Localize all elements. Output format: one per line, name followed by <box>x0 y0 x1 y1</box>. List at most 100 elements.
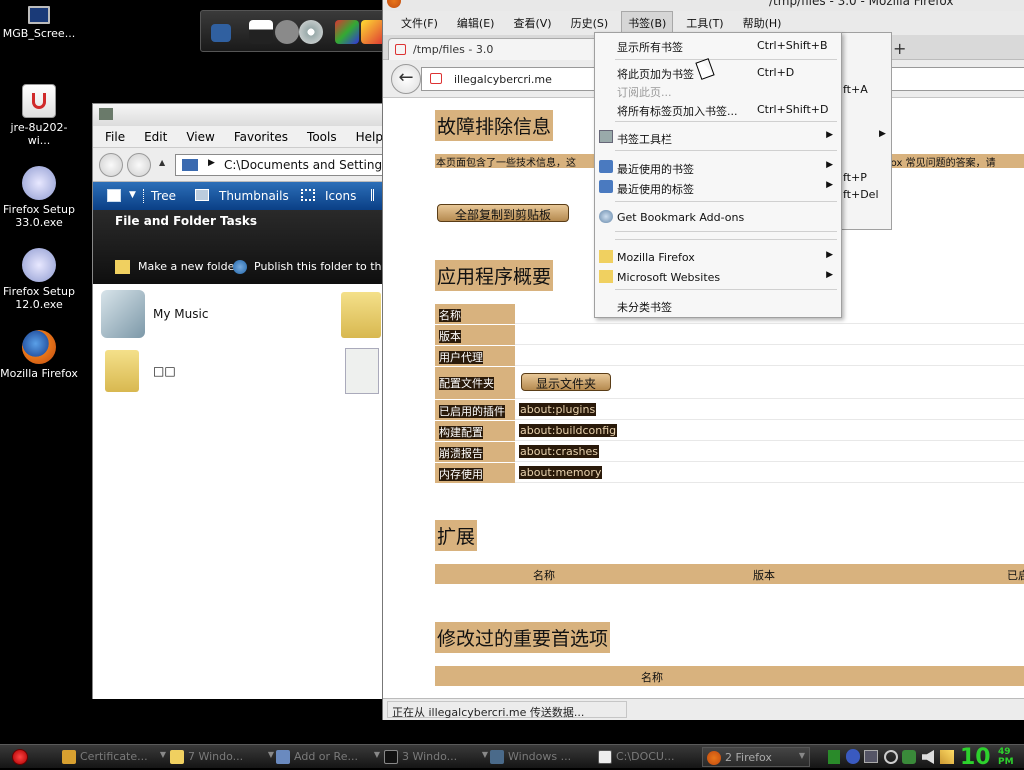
menu-item-recent-bookmarks[interactable]: 最近使用的书签 ▶ <box>595 157 841 177</box>
address-bar[interactable]: ▶ C:\Documents and Settings\hu <box>175 154 383 176</box>
back-button[interactable] <box>99 153 123 177</box>
nav-dropdown-icon[interactable]: ▲ <box>159 158 165 167</box>
menu-edit[interactable]: 编辑(E) <box>451 12 501 34</box>
tray-icon-update[interactable] <box>902 750 916 764</box>
heading-extensions: 扩展 <box>435 520 478 551</box>
menu-help[interactable]: 帮助(H) <box>737 12 788 34</box>
taskbar-button[interactable]: Windows ... <box>486 747 598 767</box>
tab-current[interactable]: /tmp/files - 3.0 <box>388 38 598 60</box>
taskbar-button[interactable]: 7 Windo... ▼ <box>166 747 278 767</box>
back-button[interactable]: ← <box>391 64 421 94</box>
desktop-icon-ff-setup-12[interactable]: Firefox Setup 12.0.exe <box>0 248 78 311</box>
explorer-menubar: File Edit View Favorites Tools Help <box>93 126 383 148</box>
taskbar: Certificate... ▼ 7 Windo... ▼ Add or Re...… <box>0 744 1024 770</box>
menu-file[interactable]: 文件(F) <box>395 12 444 34</box>
menu-help[interactable]: Help <box>356 130 383 144</box>
menu-item-get-bookmark-addons[interactable]: Get Bookmark Add-ons <box>595 207 841 227</box>
tray-icon-volume[interactable] <box>922 750 934 764</box>
thumbnails-button[interactable]: Thumbnails <box>219 189 289 203</box>
menu-item-unsorted-bookmarks[interactable]: 未分类书签 <box>595 295 841 315</box>
list-view-icon[interactable] <box>371 189 381 201</box>
item-label: My Music <box>153 307 209 321</box>
java-icon <box>22 84 56 118</box>
menu-item-mozilla-firefox[interactable]: Mozilla Firefox ▶ <box>595 247 841 267</box>
row-label: 内存使用 <box>435 463 515 483</box>
page-error-icon <box>395 44 406 55</box>
forward-button[interactable] <box>127 153 151 177</box>
installer-icon <box>22 248 56 282</box>
file-list: My Music □□ <box>93 284 383 699</box>
taskbar-button[interactable]: Certificate... ▼ <box>58 747 170 767</box>
layout-icon[interactable] <box>107 189 121 202</box>
taskbar-button-firefox[interactable]: 2 Firefox ▼ <box>702 747 810 767</box>
tray-icon-tools[interactable] <box>940 750 954 764</box>
list-item[interactable]: □□ <box>101 344 241 396</box>
clapper-icon[interactable] <box>249 20 273 44</box>
clock[interactable]: 10 49 PM <box>960 745 1014 770</box>
list-item[interactable]: My Music <box>101 290 241 340</box>
crashes-link[interactable]: about:crashes <box>519 445 599 458</box>
explorer-titlebar[interactable] <box>93 104 383 126</box>
menu-item-recent-tags[interactable]: 最近使用的标签 ▶ <box>595 177 841 197</box>
memory-link[interactable]: about:memory <box>519 466 603 479</box>
intro-text-right: efox 常见问题的答案，请 <box>881 158 996 168</box>
menu-item-microsoft-websites[interactable]: Microsoft Websites ▶ <box>595 267 841 287</box>
firefox-icon <box>707 751 721 765</box>
taskbar-button[interactable]: 3 Windo... ▼ <box>380 747 492 767</box>
buildconfig-link[interactable]: about:buildconfig <box>519 424 618 437</box>
menu-view[interactable]: View <box>186 130 214 144</box>
search-folder-icon <box>599 180 613 193</box>
menu-edit[interactable]: Edit <box>144 130 167 144</box>
url-text: illegalcybercri.me <box>454 73 552 86</box>
tray-icon-sync[interactable] <box>884 750 898 764</box>
table-row: 内存使用 about:memory <box>435 463 1024 483</box>
menu-tools[interactable]: Tools <box>307 130 337 144</box>
paint-icon[interactable] <box>335 20 359 44</box>
tray-icon-shield[interactable] <box>846 749 860 764</box>
folder-icon <box>599 250 613 263</box>
new-folder-link[interactable]: Make a new folder <box>138 260 239 273</box>
firefox-titlebar[interactable]: /tmp/files - 3.0 - Mozilla Firefox <box>383 0 1024 11</box>
menu-favorites[interactable]: Favorites <box>234 130 288 144</box>
col-name: 名称 <box>533 569 555 582</box>
menu-tools[interactable]: 工具(T) <box>680 12 729 34</box>
copy-to-clipboard-button[interactable]: 全部复制到剪贴板 <box>437 204 569 222</box>
publish-folder-link[interactable]: Publish this folder to the W <box>254 260 403 273</box>
taskbar-button[interactable]: Add or Re... ▼ <box>272 747 384 767</box>
folder-share-icon[interactable] <box>341 292 381 338</box>
desktop-icon-mgb[interactable]: MGB_Scree... <box>0 6 78 40</box>
new-tab-button[interactable]: + <box>893 39 906 58</box>
disc-icon[interactable] <box>299 20 323 44</box>
tray-icon-display[interactable] <box>864 750 878 763</box>
chevron-right-icon: ▶ <box>826 130 833 140</box>
folder-icon <box>599 270 613 283</box>
tree-button[interactable]: Tree <box>151 189 176 203</box>
menu-view[interactable]: 查看(V) <box>507 12 557 34</box>
menu-item-bookmark-all-tabs[interactable]: 将所有标签页加入书签... Ctrl+Shift+D <box>595 99 841 119</box>
media-icon[interactable] <box>211 24 231 42</box>
desktop-icon-ff-setup-33[interactable]: Firefox Setup 33.0.exe <box>0 166 78 229</box>
globe-icon <box>599 210 613 223</box>
desktop-icon-firefox[interactable]: Mozilla Firefox <box>0 330 78 380</box>
thumbnails-icon <box>195 189 209 201</box>
menu-item-show-all-bookmarks[interactable]: 显示所有书签 Ctrl+Shift+B <box>595 35 841 55</box>
settings-file-icon[interactable] <box>345 348 379 394</box>
tray-icon-network[interactable] <box>828 750 840 764</box>
installer-icon <box>22 166 56 200</box>
flash-icon[interactable] <box>275 20 299 44</box>
menu-history[interactable]: 历史(S) <box>565 12 615 34</box>
intro-text-left: 本页面包含了一些技术信息，这 <box>436 158 576 168</box>
desktop-icon-jre[interactable]: jre-8u202-wi... <box>0 84 78 147</box>
menu-file[interactable]: File <box>105 130 125 144</box>
chevron-down-icon[interactable]: ▼ <box>129 190 136 200</box>
plugins-link[interactable]: about:plugins <box>519 403 597 416</box>
menu-item-bookmark-this-page[interactable]: 将此页加为书签 Ctrl+D <box>595 62 841 82</box>
icons-button[interactable]: Icons <box>325 189 356 203</box>
show-folder-button[interactable]: 显示文件夹 <box>521 373 611 391</box>
menu-item-bookmarks-toolbar[interactable]: 书签工具栏 ▶ <box>595 127 841 147</box>
monitor-icon <box>28 6 50 24</box>
window-title: /tmp/files - 3.0 - Mozilla Firefox <box>769 0 954 8</box>
taskbar-button[interactable]: C:\DOCU... <box>594 747 706 767</box>
toolbar-icon <box>599 130 613 143</box>
start-button[interactable] <box>12 749 28 765</box>
